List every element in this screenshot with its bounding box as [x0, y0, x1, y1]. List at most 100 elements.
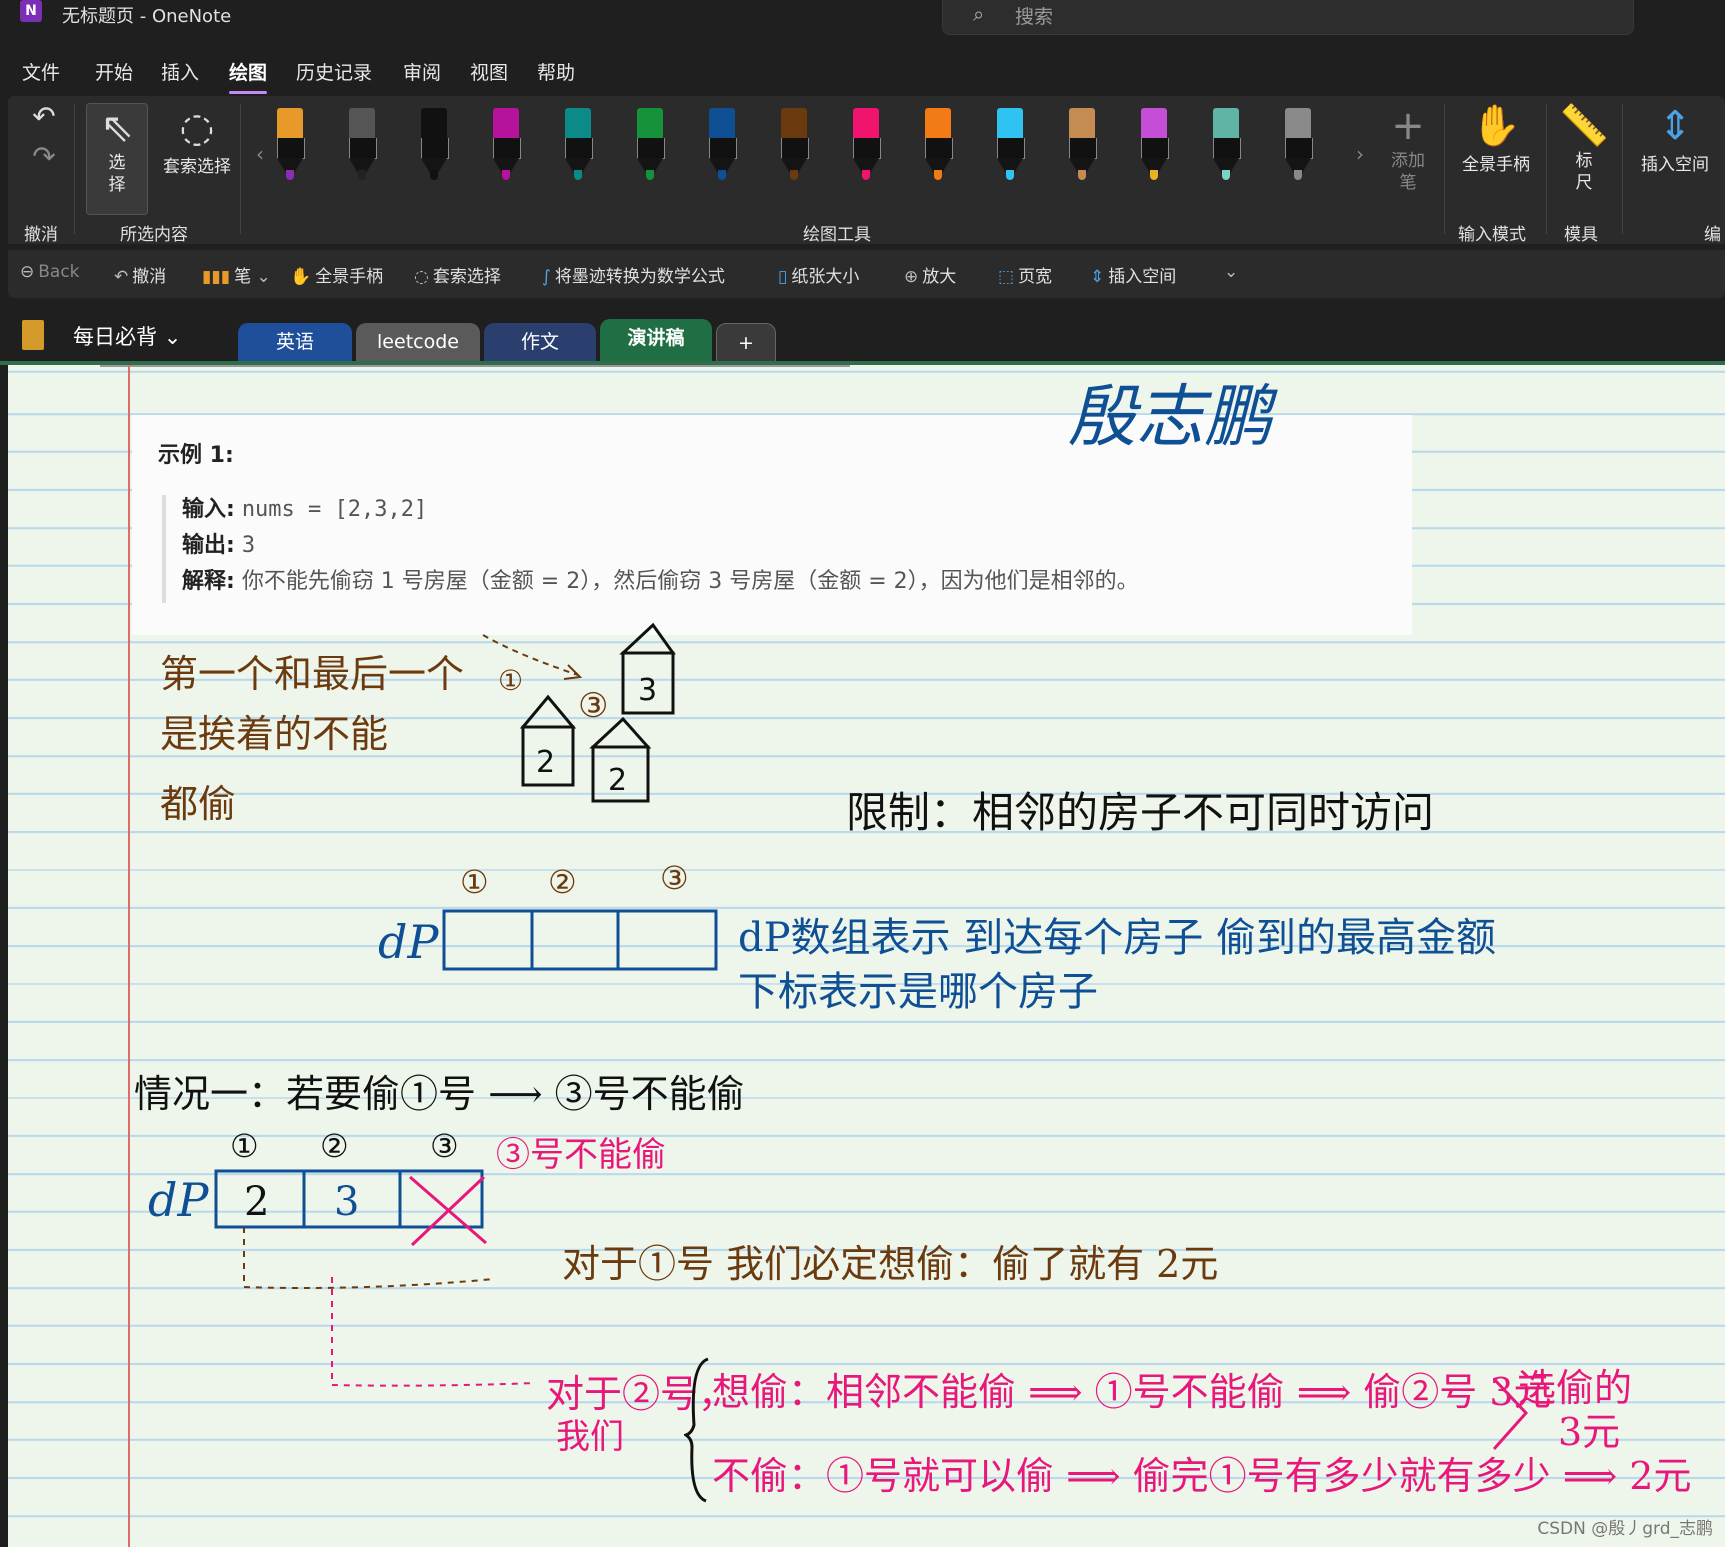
pen-barrel [565, 138, 593, 159]
tab-insert[interactable]: 插入 [161, 58, 199, 85]
pen-13-icon[interactable] [1138, 108, 1170, 188]
redo-button[interactable]: ↷ [24, 140, 64, 174]
pen-barrel [277, 138, 305, 159]
example-title: 示例 1: [158, 443, 234, 468]
dashed-connector-2 [331, 1277, 537, 1387]
qat-insert-space-button[interactable]: ⇕ 插入空间 [1090, 262, 1176, 287]
input-label: 输入: [182, 497, 235, 522]
pen-7-icon[interactable] [706, 108, 738, 188]
pen-icon: ▮▮▮ [202, 267, 231, 287]
dp-array-outline [442, 909, 718, 971]
qat-page-width-button[interactable]: ⬚ 页宽 [998, 262, 1052, 287]
qat-pan-label: 全景手柄 [315, 267, 384, 287]
pen-2-icon[interactable] [346, 108, 378, 188]
pen-15-icon[interactable] [1282, 108, 1314, 188]
brace-stroke [684, 1357, 709, 1503]
section-tab-essay[interactable]: 作文 [484, 323, 596, 361]
dp-label: dP [148, 1173, 209, 1227]
ink-branch-not-steal: 不偷：①号就可以偷 ⟹ 偷完①号有多少就有多少 ⟹ 2元 [712, 1454, 1692, 1498]
output-label: 输出: [182, 533, 235, 558]
tab-view[interactable]: 视图 [470, 58, 508, 85]
ruler-button[interactable]: 📏 标 尺 [1556, 102, 1612, 194]
tab-home[interactable]: 开始 [95, 58, 133, 85]
pen-nib [1150, 170, 1158, 180]
example-input-line: 输入: nums = [2,3,2] [182, 491, 427, 523]
section-tab-english[interactable]: 英语 [238, 323, 352, 361]
house-circle-label: ① [498, 664, 523, 697]
undo-icon: ↶ [114, 267, 129, 287]
quick-access-toolbar: ⊖ Back ↶ 撤消 ▮▮▮ 笔 ⌄ ✋ 全景手柄 ◌ 套索选择 ∫ 将墨迹转换为数学公式… [8, 250, 1725, 298]
houses-sketch: 3 2 2 ① ③ [482, 622, 676, 803]
qat-pan-button[interactable]: ✋ 全景手柄 [290, 262, 383, 287]
pen-nib [1078, 170, 1086, 180]
dp-array-box [442, 909, 718, 971]
margin-line [128, 365, 130, 1547]
pen-11-icon[interactable] [994, 108, 1026, 188]
qat-paper-size-button[interactable]: ▯ 纸张大小 [778, 262, 859, 287]
pen-8-icon[interactable] [778, 108, 810, 188]
qat-customize-button[interactable]: ⌄ [1224, 262, 1242, 282]
qat-paper-size-label: 纸张大小 [791, 267, 860, 287]
paper-size-icon: ▯ [778, 267, 788, 287]
dp-index: ② [548, 863, 577, 901]
plus-icon: + [1391, 103, 1425, 149]
lasso-select-button[interactable]: ◌ 套索选择 [156, 104, 238, 177]
insert-space-icon: ⇕ [1090, 267, 1105, 287]
dp-index: ② [320, 1127, 349, 1165]
back-arrow-icon: ⊖ [20, 262, 35, 282]
ribbon-separator [240, 104, 241, 234]
tab-draw[interactable]: 绘图 [229, 58, 268, 94]
pen-9-icon[interactable] [850, 108, 882, 188]
notebook-selector[interactable]: 每日必背 ⌄ [73, 321, 181, 351]
dp-index: ① [230, 1127, 259, 1165]
signature-ink: 殷志鹏 [1068, 378, 1273, 457]
qat-lasso-button[interactable]: ◌ 套索选择 [414, 262, 501, 287]
pen-10-icon[interactable] [922, 108, 954, 188]
ink-for-house-1: 对于①号 我们必定想偷：偷了就有 2元 [562, 1242, 1219, 1286]
pen-1-icon[interactable] [274, 108, 306, 188]
tab-help[interactable]: 帮助 [537, 58, 575, 85]
ink-note-first-last: 第一个和最后一个 [160, 652, 465, 696]
pen-5-icon[interactable] [562, 108, 594, 188]
qat-zoom-in-button[interactable]: ⊕ 放大 [904, 262, 956, 287]
pen-barrel [493, 138, 521, 159]
qat-undo-button[interactable]: ↶ 撤消 [114, 262, 166, 287]
pen-6-icon[interactable] [634, 108, 666, 188]
pen-4-icon[interactable] [490, 108, 522, 188]
search-input[interactable]: ⌕ 搜索 [942, 0, 1634, 35]
add-pen-button[interactable]: + 添加 笔 [1380, 102, 1436, 194]
pan-button[interactable]: ✋ 全景手柄 [1454, 102, 1538, 175]
pen-14-icon[interactable] [1210, 108, 1242, 188]
draw-ribbon: ↶ ↷ 撤消 ⇖ 选 择 ◌ 套索选择 所选内容 ‹ › + 添加 笔 绘图工具… [8, 96, 1725, 245]
select-button[interactable]: ⇖ 选 择 [86, 103, 148, 215]
ink-branch-steal: 想偷：相邻不能偷 ⟹ ①号不能偷 ⟹ 偷②号 3元 [712, 1370, 1552, 1414]
qat-zoom-in-label: 放大 [922, 267, 957, 287]
pen-12-icon[interactable] [1066, 108, 1098, 188]
pens-scroll-left[interactable]: ‹ [256, 142, 264, 166]
notebook-icon[interactable] [22, 320, 44, 350]
dp-index: ③ [660, 859, 689, 897]
tab-file[interactable]: 文件 [22, 58, 60, 85]
ribbon-separator [1546, 104, 1547, 234]
back-button[interactable]: ⊖ Back [20, 262, 80, 282]
insert-space-button[interactable]: ⇕ 插入空间 [1630, 102, 1720, 175]
cursor-arrow-icon: ⇖ [100, 105, 134, 151]
drawing-tools-group-label: 绘图工具 [803, 225, 871, 245]
qat-ink-to-math-button[interactable]: ∫ 将墨迹转换为数学公式 [542, 262, 725, 287]
house-label: 2 [536, 745, 555, 780]
note-page[interactable]: 示例 1: 输入: nums = [2,3,2] 输出: 3 解释: 你不能先偷… [8, 365, 1725, 1547]
pen-nib [646, 170, 654, 180]
tab-history[interactable]: 历史记录 [296, 58, 372, 85]
qat-pen-button[interactable]: ▮▮▮ 笔 ⌄ [202, 262, 275, 287]
add-section-button[interactable]: + [716, 323, 776, 363]
pen-nib [934, 170, 942, 180]
section-tab-speech[interactable]: 演讲稿 [600, 319, 712, 361]
tab-review[interactable]: 审阅 [403, 58, 441, 85]
pen-3-icon[interactable] [418, 108, 450, 188]
pen-nib [1222, 170, 1230, 180]
input-value: nums = [2,3,2] [241, 497, 428, 522]
undo-button[interactable]: ↶ [24, 100, 64, 134]
pens-scroll-right[interactable]: › [1356, 142, 1364, 166]
section-tab-leetcode[interactable]: leetcode [356, 323, 480, 361]
explain-value: 你不能先偷窃 1 号房屋（金额 = 2），然后偷窃 3 号房屋（金额 = 2），… [241, 569, 1139, 594]
